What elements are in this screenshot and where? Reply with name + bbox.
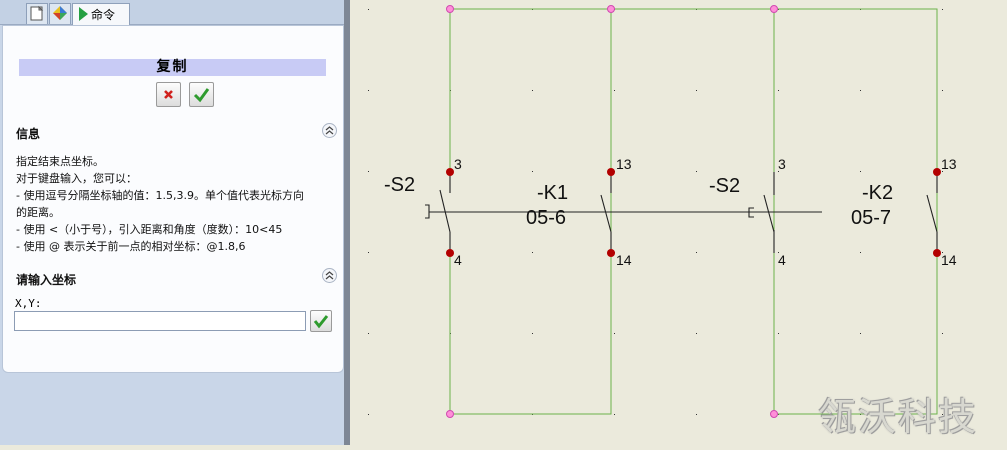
grid-dot bbox=[860, 333, 861, 334]
tab-command-label: 命令 bbox=[91, 8, 116, 22]
cancel-button[interactable] bbox=[156, 82, 181, 107]
coords-heading: 请输入坐标 bbox=[16, 273, 77, 287]
grid-dot bbox=[942, 9, 943, 10]
grid-dot bbox=[368, 9, 369, 10]
grid-dot bbox=[532, 90, 533, 91]
command-panel: 复制 信息 指定结束点坐标。 对于键盘输入，您可以： - 使用逗号分隔坐标轴的值… bbox=[2, 25, 344, 373]
pin-label: 4 bbox=[778, 252, 786, 268]
grid-dot bbox=[696, 414, 697, 415]
component-labels: -S2 -K1 05-6 -S2 -K2 05-7 bbox=[384, 174, 893, 229]
grid-dot bbox=[778, 90, 779, 91]
device-tag: -K1 bbox=[537, 182, 568, 204]
chevron-up-icon bbox=[325, 271, 334, 280]
pin-label: 3 bbox=[454, 156, 462, 172]
grid-dot bbox=[368, 90, 369, 91]
terminal-dot bbox=[446, 168, 454, 176]
grid-dot bbox=[696, 333, 697, 334]
junction-dot bbox=[446, 5, 454, 13]
coords-input[interactable] bbox=[14, 311, 306, 331]
junction-dot bbox=[770, 5, 778, 13]
confirm-button[interactable] bbox=[189, 82, 214, 107]
info-heading: 信息 bbox=[16, 127, 41, 141]
command-sidebar: 命令 复制 信息 指定结束点坐标。 对于键盘输入，您可以： - 使用逗号分隔坐标… bbox=[0, 0, 348, 445]
grid-dot bbox=[860, 171, 861, 172]
terminal-dot bbox=[933, 249, 941, 257]
grid-dot bbox=[696, 90, 697, 91]
page-icon bbox=[30, 5, 44, 21]
grid-dot bbox=[778, 333, 779, 334]
grid-dot bbox=[368, 171, 369, 172]
watermark: 瓴沃科技 bbox=[818, 395, 979, 439]
device-tag: -S2 bbox=[709, 175, 740, 197]
info-line: 对于键盘输入，您可以： bbox=[16, 172, 137, 185]
terminal-dot bbox=[607, 168, 615, 176]
grid-dot bbox=[614, 333, 615, 334]
terminal-dot bbox=[446, 249, 454, 257]
play-icon bbox=[79, 7, 88, 21]
schematic-drawing[interactable]: 3 4 13 14 3 4 13 14 -S2 -K1 05-6 -S2 -K2… bbox=[350, 0, 1007, 445]
cross-reference: 05-7 bbox=[851, 207, 891, 229]
tab-strip: 命令 bbox=[0, 0, 348, 25]
info-collapse-button[interactable] bbox=[322, 123, 337, 138]
chevron-up-icon bbox=[325, 126, 334, 135]
info-line: - 使用 <（小于号），引入距离和角度（度数）：10<45 bbox=[16, 223, 283, 236]
tab-properties[interactable] bbox=[49, 3, 71, 24]
coords-confirm-button[interactable] bbox=[310, 310, 332, 332]
pin-label: 4 bbox=[454, 252, 462, 268]
grid-dot bbox=[696, 252, 697, 253]
diamond-icon bbox=[53, 6, 67, 20]
check-icon bbox=[193, 88, 210, 103]
cross-reference: 05-6 bbox=[526, 207, 566, 229]
drawing-canvas[interactable]: 3 4 13 14 3 4 13 14 -S2 -K1 05-6 -S2 -K2… bbox=[350, 0, 1007, 445]
pin-label: 13 bbox=[616, 156, 632, 172]
info-line: 的距离。 bbox=[16, 206, 60, 219]
grid-dot bbox=[942, 90, 943, 91]
coords-collapse-button[interactable] bbox=[322, 268, 337, 283]
grid-dot bbox=[614, 90, 615, 91]
grid-dot bbox=[532, 252, 533, 253]
pin-label: 14 bbox=[941, 252, 957, 268]
check-icon bbox=[313, 315, 329, 329]
info-line: 指定结束点坐标。 bbox=[16, 155, 104, 168]
junction-dot bbox=[607, 5, 615, 13]
device-tag: -K2 bbox=[862, 182, 893, 204]
grid-dot bbox=[860, 252, 861, 253]
coords-label: X,Y: bbox=[15, 297, 42, 310]
terminal-dot bbox=[933, 168, 941, 176]
pin-label: 14 bbox=[616, 252, 632, 268]
info-line: - 使用逗号分隔坐标轴的值：1.5,3.9。单个值代表光标方向 bbox=[16, 189, 304, 202]
grid-dot bbox=[368, 414, 369, 415]
terminal-dot bbox=[607, 249, 615, 257]
grid-dot bbox=[614, 414, 615, 415]
grid-dot bbox=[368, 252, 369, 253]
device-tag: -S2 bbox=[384, 174, 415, 196]
info-line: - 使用 @ 表示关于前一点的相对坐标：@1.8,6 bbox=[16, 240, 246, 253]
grid-dot bbox=[532, 333, 533, 334]
grid-dot bbox=[532, 171, 533, 172]
command-title: 复制 bbox=[19, 59, 326, 76]
close-icon bbox=[164, 90, 173, 99]
grid-dot bbox=[696, 171, 697, 172]
junction-dot bbox=[770, 410, 778, 418]
junction-dot bbox=[446, 410, 454, 418]
tab-page[interactable] bbox=[26, 3, 48, 24]
grid-dot bbox=[942, 333, 943, 334]
tab-command[interactable]: 命令 bbox=[72, 3, 130, 25]
grid-dot bbox=[368, 333, 369, 334]
grid-dot bbox=[860, 90, 861, 91]
pin-label: 3 bbox=[778, 156, 786, 172]
pin-label: 13 bbox=[941, 156, 957, 172]
